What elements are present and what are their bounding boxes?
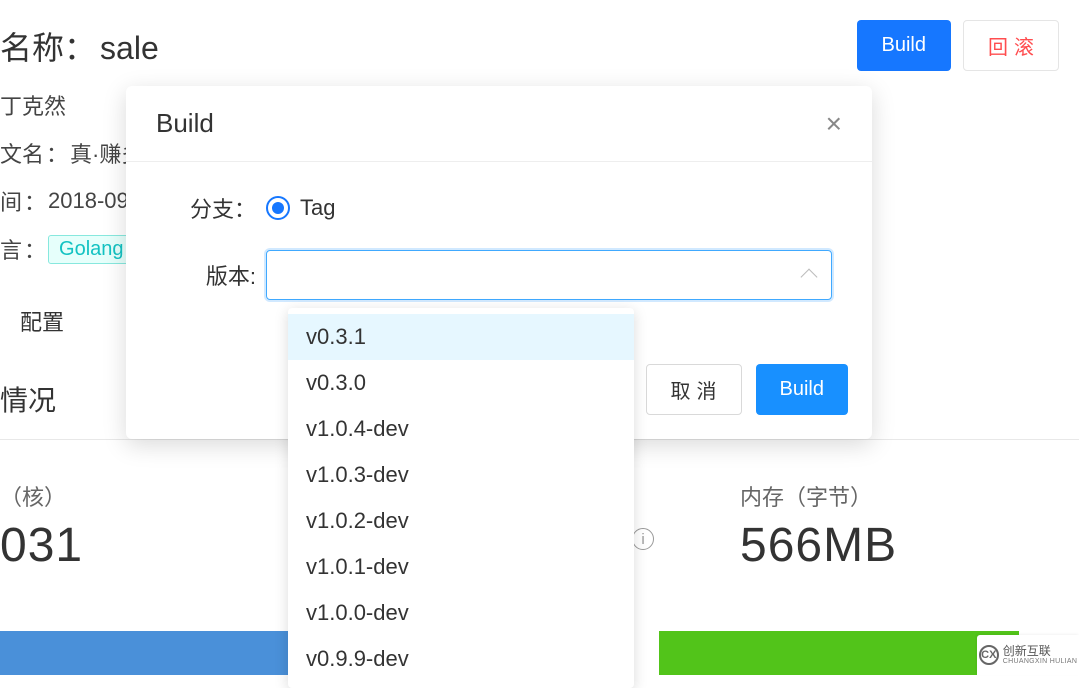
branch-label: 分支 xyxy=(166,192,266,224)
watermark-logo-icon: CX xyxy=(979,645,999,665)
tag-radio-label: Tag xyxy=(300,195,335,221)
version-option[interactable]: v0.9.9-dev xyxy=(288,636,634,682)
version-dropdown: v0.3.1v0.3.0v1.0.4-devv1.0.3-devv1.0.2-d… xyxy=(288,308,634,688)
chevron-up-icon xyxy=(801,269,818,286)
info-icon: i xyxy=(632,528,654,550)
mem-progress-bar xyxy=(659,631,1019,675)
version-option[interactable]: v1.0.2-dev xyxy=(288,498,634,544)
rollback-button[interactable]: 回滚 xyxy=(963,20,1059,71)
submit-build-button[interactable]: Build xyxy=(756,364,848,415)
tag-radio[interactable] xyxy=(266,196,290,220)
version-option[interactable]: v1.0.1-dev xyxy=(288,544,634,590)
time-label: 间 xyxy=(0,185,48,217)
owner-value: 丁克然 xyxy=(0,89,66,121)
build-button[interactable]: Build xyxy=(857,20,951,71)
time-value: 2018-09 xyxy=(48,188,129,214)
cpu-value: 031 xyxy=(0,518,260,573)
version-option[interactable]: v0.3.0 xyxy=(288,360,634,406)
tab-config[interactable]: 配置 xyxy=(0,302,84,343)
cancel-button[interactable]: 取消 xyxy=(646,364,742,415)
watermark-zh: 创新互联 xyxy=(1003,645,1077,658)
modal-title: Build xyxy=(156,108,214,139)
header-buttons: Build 回滚 xyxy=(857,20,1059,71)
title-label: 名称 xyxy=(0,30,64,66)
lang-label: 言 xyxy=(0,233,48,265)
version-option[interactable]: v0.3.1 xyxy=(288,314,634,360)
modal-header: Build × xyxy=(126,86,872,162)
version-label: 版本 xyxy=(166,259,266,291)
page-title: 名称：sale xyxy=(0,23,159,69)
mem-label: 内存（字节） xyxy=(740,480,872,512)
close-icon[interactable]: × xyxy=(826,110,842,138)
version-row: 版本 xyxy=(166,250,832,300)
info-icon-container: i xyxy=(632,528,654,550)
lang-tag: Golang xyxy=(48,235,135,264)
version-option[interactable]: v1.0.0-dev xyxy=(288,590,634,636)
watermark: CX 创新互联 CHUANGXIN HULIAN xyxy=(977,635,1079,675)
title-value: sale xyxy=(100,30,159,66)
version-option[interactable]: v1.0.4-dev xyxy=(288,406,634,452)
branch-row: 分支 Tag xyxy=(166,192,832,224)
mem-value: 566MB xyxy=(740,518,1000,573)
cn-name-label: 文名 xyxy=(0,137,70,169)
cpu-label: （核） xyxy=(0,480,260,512)
cpu-stat: （核） 031 xyxy=(0,480,260,573)
mem-stat: 内存（字节） 566MB xyxy=(740,480,1000,573)
version-select[interactable] xyxy=(266,250,832,300)
watermark-en: CHUANGXIN HULIAN xyxy=(1003,658,1077,666)
version-option[interactable]: v1.0.3-dev xyxy=(288,452,634,498)
